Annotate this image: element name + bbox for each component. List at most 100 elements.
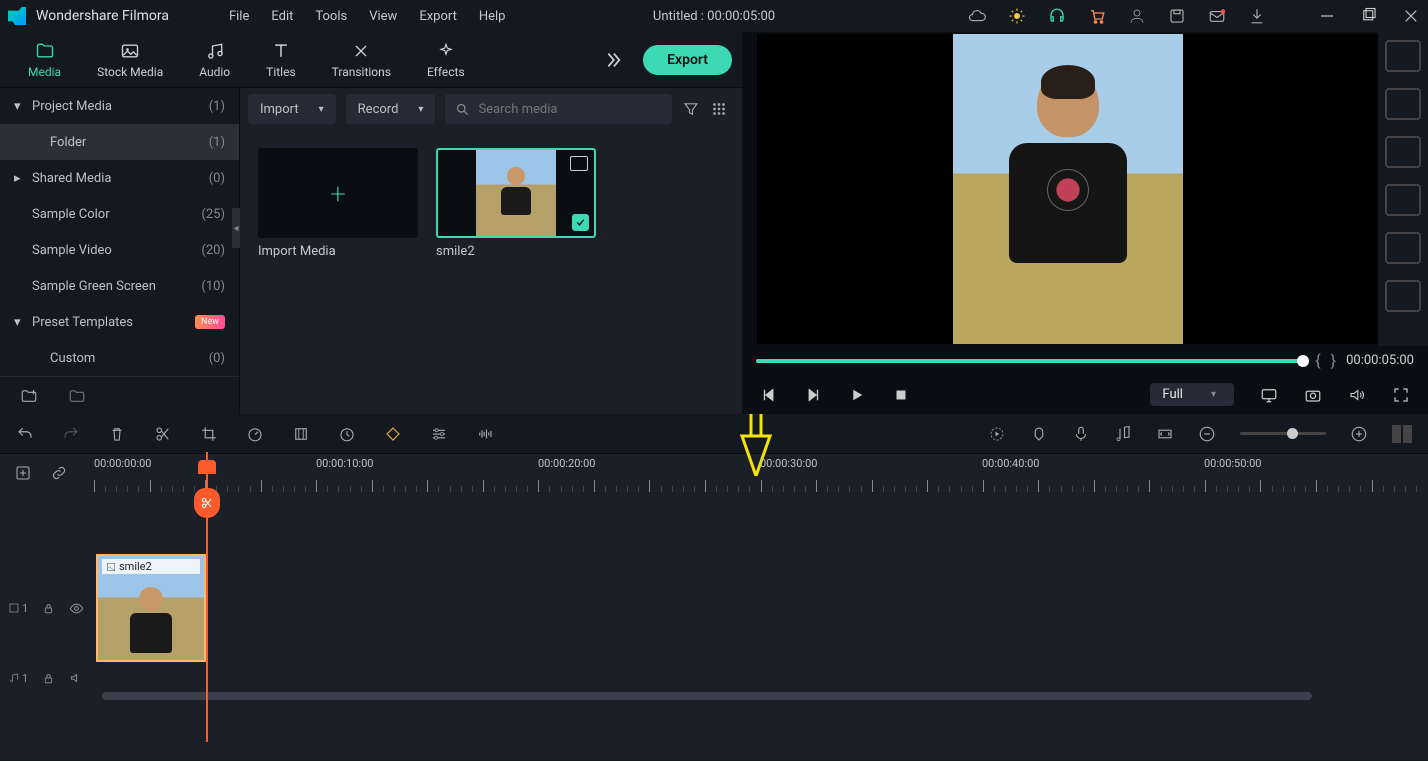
freeze-icon[interactable]	[292, 425, 310, 443]
slot-button[interactable]	[1385, 232, 1421, 264]
bulb-icon[interactable]	[1008, 7, 1026, 25]
cart-icon[interactable]	[1088, 7, 1106, 25]
sidebar-item-shared-media[interactable]: ▸ Shared Media (0)	[0, 160, 239, 196]
save-icon[interactable]	[1168, 7, 1186, 25]
zoom-in-icon[interactable]	[1350, 425, 1368, 443]
tab-audio[interactable]: Audio	[181, 41, 248, 79]
prev-frame-icon[interactable]	[760, 386, 778, 404]
zoom-slider[interactable]	[1240, 432, 1326, 435]
search-media-box[interactable]	[445, 94, 672, 124]
tab-titles[interactable]: Titles	[248, 41, 313, 79]
duration-icon[interactable]	[338, 425, 356, 443]
split-icon[interactable]	[154, 425, 172, 443]
user-icon[interactable]	[1128, 7, 1146, 25]
tab-media[interactable]: Media	[10, 41, 79, 79]
tab-stock-media[interactable]: Stock Media	[79, 41, 181, 79]
sidebar-item-custom[interactable]: Custom (0)	[0, 340, 239, 376]
keyframe-icon[interactable]	[384, 425, 402, 443]
sidebar-item-sample-color[interactable]: Sample Color (25)	[0, 196, 239, 232]
voiceover-icon[interactable]	[1072, 425, 1090, 443]
download-icon[interactable]	[1248, 7, 1266, 25]
menu-edit[interactable]: Edit	[271, 9, 293, 24]
menu-tools[interactable]: Tools	[315, 9, 347, 24]
tab-transitions[interactable]: Transitions	[314, 41, 409, 79]
maximize-icon[interactable]	[1360, 7, 1378, 25]
sidebar-item-folder[interactable]: Folder (1)	[0, 124, 239, 160]
menu-file[interactable]: File	[229, 9, 249, 24]
ruler-body[interactable]: 00:00:00:00 00:00:10:00 00:00:20:00 00:0…	[94, 454, 1428, 492]
brace-right-icon[interactable]: }	[1331, 351, 1336, 370]
stop-icon[interactable]	[892, 386, 910, 404]
sidebar-item-sample-green[interactable]: Sample Green Screen (10)	[0, 268, 239, 304]
next-frame-icon[interactable]	[804, 386, 822, 404]
marker-icon[interactable]	[1030, 425, 1048, 443]
menu-export[interactable]: Export	[419, 9, 457, 24]
play-icon[interactable]	[848, 386, 866, 404]
zoom-handle[interactable]	[1287, 428, 1298, 439]
timeline-clip-smile2[interactable]: smile2	[96, 554, 206, 662]
slot-button[interactable]	[1385, 88, 1421, 120]
scrollbar-thumb[interactable]	[102, 692, 1312, 700]
sidebar-item-project-media[interactable]: ▾ Project Media (1)	[0, 88, 239, 124]
lock-icon[interactable]	[42, 602, 55, 615]
headset-icon[interactable]	[1048, 7, 1066, 25]
add-track-icon[interactable]	[14, 464, 32, 482]
quality-dropdown[interactable]: Full▾	[1150, 383, 1234, 406]
tab-effects[interactable]: Effects	[409, 41, 483, 79]
text-icon	[271, 41, 291, 61]
import-dropdown[interactable]: Import▾	[248, 94, 336, 124]
scrub-handle[interactable]	[1297, 355, 1309, 367]
preview-viewport[interactable]	[757, 34, 1378, 344]
scrub-track[interactable]	[756, 359, 1305, 363]
grid-view-icon[interactable]	[710, 100, 728, 118]
menu-view[interactable]: View	[369, 9, 397, 24]
minimize-icon[interactable]	[1318, 7, 1336, 25]
search-input[interactable]	[478, 102, 662, 117]
monitor-icon[interactable]	[1260, 386, 1278, 404]
sidebar-item-sample-video[interactable]: Sample Video (20)	[0, 232, 239, 268]
audio-mixer-icon[interactable]	[1114, 425, 1132, 443]
playhead-split-icon[interactable]	[194, 488, 220, 518]
playhead-head-icon[interactable]	[198, 460, 216, 474]
track-height-toggle[interactable]	[1392, 425, 1412, 443]
expand-tabs-icon[interactable]	[601, 49, 623, 71]
filter-icon[interactable]	[682, 100, 700, 118]
mute-icon[interactable]	[69, 671, 83, 685]
render-icon[interactable]	[988, 425, 1006, 443]
undo-icon[interactable]	[16, 425, 34, 443]
lock-icon[interactable]	[42, 672, 55, 685]
menu-help[interactable]: Help	[479, 9, 506, 24]
zoom-out-icon[interactable]	[1198, 425, 1216, 443]
audio-adjust-icon[interactable]	[476, 425, 494, 443]
snapshot-icon[interactable]	[1304, 386, 1322, 404]
slot-button[interactable]	[1385, 184, 1421, 216]
collapse-handle-icon[interactable]: ◂	[232, 208, 240, 248]
fit-icon[interactable]	[1156, 425, 1174, 443]
slot-button[interactable]	[1385, 40, 1421, 72]
new-folder-icon[interactable]	[20, 387, 38, 405]
slot-button[interactable]	[1385, 280, 1421, 312]
volume-icon[interactable]	[1348, 386, 1366, 404]
eye-icon[interactable]	[69, 601, 84, 616]
media-item-smile2[interactable]: smile2	[436, 148, 596, 259]
playhead[interactable]	[206, 452, 208, 742]
timeline-scrollbar[interactable]	[0, 692, 1428, 704]
music-icon	[205, 41, 225, 61]
link-icon[interactable]	[50, 464, 68, 482]
import-media-cell[interactable]: + Import Media	[258, 148, 418, 259]
close-icon[interactable]	[1402, 7, 1420, 25]
record-dropdown[interactable]: Record▾	[346, 94, 436, 124]
folder-icon[interactable]	[68, 387, 86, 405]
mail-icon[interactable]	[1208, 7, 1226, 25]
crop-icon[interactable]	[200, 425, 218, 443]
speed-icon[interactable]	[246, 425, 264, 443]
adjust-icon[interactable]	[430, 425, 448, 443]
delete-icon[interactable]	[108, 425, 126, 443]
slot-button[interactable]	[1385, 136, 1421, 168]
cloud-icon[interactable]	[968, 7, 986, 25]
fullscreen-icon[interactable]	[1392, 386, 1410, 404]
brace-left-icon[interactable]: {	[1315, 351, 1320, 370]
export-button[interactable]: Export	[643, 45, 732, 75]
redo-icon[interactable]	[62, 425, 80, 443]
sidebar-item-preset-templates[interactable]: ▾ Preset Templates New	[0, 304, 239, 340]
